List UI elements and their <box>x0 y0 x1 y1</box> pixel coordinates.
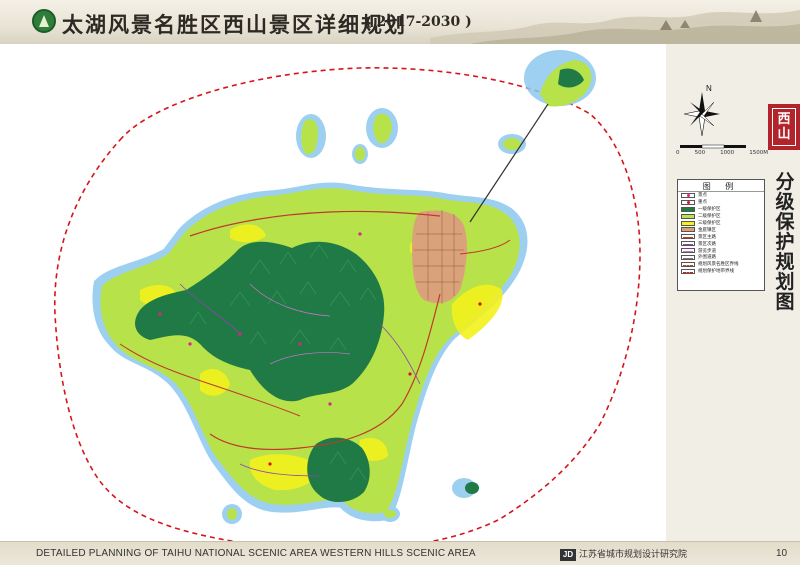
legend-item: 规划风景名胜区界线 <box>678 261 764 268</box>
legend-label: 景点 <box>698 193 707 199</box>
footer-english-title: DETAILED PLANNING OF TAIHU NATIONAL SCEN… <box>36 548 476 559</box>
region-tab: 西 山 <box>768 104 800 150</box>
legend-label: 三级保护区 <box>698 221 721 226</box>
institute-logo-icon: JD <box>560 549 576 561</box>
legend-label: 一级保护区 <box>698 207 721 213</box>
legend-swatch-icon <box>681 220 695 226</box>
legend-swatch-icon <box>681 234 695 240</box>
legend-item: 三级保护区 <box>678 220 764 227</box>
scenic-area-logo-icon <box>32 9 56 33</box>
legend-label: 景区主路 <box>698 234 716 240</box>
jinting-town-zone <box>412 210 467 304</box>
page-title: 太湖风景名胜区西山景区详细规划 <box>62 12 407 37</box>
legend-label: 金庭镇区 <box>698 227 716 233</box>
legend-swatch-icon <box>681 213 695 219</box>
legend-label: 规划保护地带界线 <box>698 269 734 275</box>
region-tab-char: 山 <box>777 127 791 142</box>
legend-swatch-icon <box>681 227 695 233</box>
legend-swatch-icon <box>681 261 695 267</box>
scale-bar-labels: 0 500 1000 1500M <box>676 150 768 156</box>
legend-item: 一级保护区 <box>678 206 764 213</box>
protection-zoning-map <box>54 50 641 541</box>
legend-item: 金庭镇区 <box>678 226 764 233</box>
legend-item: 外围道路 <box>678 254 764 261</box>
map-area <box>0 44 666 541</box>
title-char: 规 <box>775 251 795 273</box>
legend-swatch-icon <box>681 268 695 274</box>
footer-bar: DETAILED PLANNING OF TAIHU NATIONAL SCEN… <box>0 541 800 565</box>
institute-name: 江苏省城市规划设计研究院 <box>579 550 688 560</box>
legend-label: 二级保护区 <box>698 214 721 220</box>
title-banner: 太湖风景名胜区西山景区详细规划 ( 2017-2030 ) <box>0 0 800 44</box>
region-tab-char: 西 <box>777 112 791 127</box>
title-char: 护 <box>775 231 795 253</box>
legend-item: 景区主路 <box>678 233 764 240</box>
legend-label: 外围道路 <box>698 255 716 261</box>
legend-item: 重点 <box>678 199 764 206</box>
title-char: 保 <box>775 211 795 233</box>
map-sheet-title: 分 级 保 护 规 划 图 <box>772 172 798 312</box>
legend-swatch-icon <box>681 206 695 212</box>
title-char: 分 <box>775 171 795 193</box>
causeway-bridge <box>469 103 549 223</box>
institute-credit: JD 江苏省城市规划设计研究院 <box>560 547 687 561</box>
legend-label: 游览步道 <box>698 248 716 254</box>
legend-title: 图 例 <box>678 180 764 192</box>
scale-label: 1500M <box>749 150 768 156</box>
legend-item: 景点 <box>678 192 764 199</box>
legend-item: 景区次路 <box>678 240 764 247</box>
legend-swatch-icon <box>681 248 695 254</box>
legend-swatch-icon <box>681 241 695 247</box>
title-char: 图 <box>775 291 795 313</box>
legend-label: 景区次路 <box>698 241 716 247</box>
north-arrow-icon: N <box>683 84 720 137</box>
legend-item: 二级保护区 <box>678 213 764 220</box>
scale-label: 500 <box>694 150 706 156</box>
compass-north-label: N <box>706 84 712 93</box>
title-char: 划 <box>775 271 795 293</box>
scale-label: 0 <box>676 150 680 156</box>
legend-swatch-icon <box>681 192 695 198</box>
legend-item: 规划保护地带界线 <box>678 268 764 275</box>
page-number: 10 <box>776 548 788 559</box>
legend-label: 规划风景名胜区界线 <box>698 262 739 268</box>
map-legend: 图 例 景点 重点 一级保护区 二级保护区 三级保护区 金庭镇区 景区主路 景区次路 游览步道外… <box>677 179 765 291</box>
landscape-painting-decoration <box>430 10 800 44</box>
legend-label: 重点 <box>698 200 707 206</box>
scale-label: 1000 <box>720 150 735 156</box>
legend-item: 游览步道 <box>678 247 764 254</box>
title-char: 级 <box>775 191 795 213</box>
legend-swatch-icon <box>681 254 695 260</box>
legend-swatch-icon <box>681 199 695 205</box>
